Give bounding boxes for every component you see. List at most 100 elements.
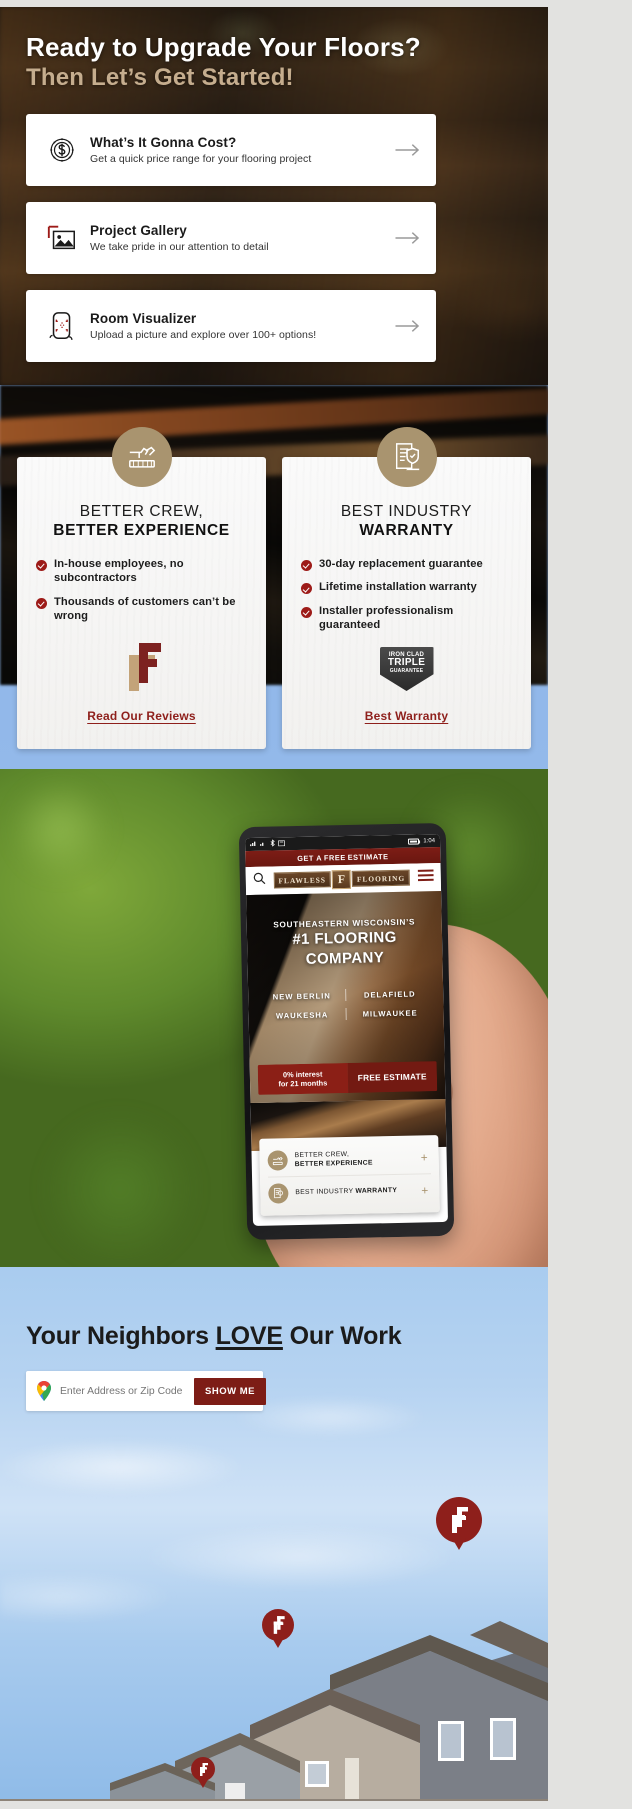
brand-mark-f: F: [331, 869, 352, 889]
photo-gallery-icon: [40, 223, 84, 253]
address-input[interactable]: [52, 1385, 194, 1397]
cta-title: Room Visualizer: [90, 310, 197, 326]
city-waukesha: WAUKESHA: [275, 1009, 329, 1020]
flawless-f-pin[interactable]: [191, 1757, 215, 1781]
hero-cta-section: Ready to Upgrade Your Floors? Then Let’s…: [0, 7, 548, 385]
check-icon: [301, 606, 312, 618]
phone-navbar: FLAWLESS F FLOORING: [245, 862, 442, 896]
bottom-gutter: [0, 1801, 632, 1809]
accordion-label: BETTER CREW, BETTER EXPERIENCE: [294, 1148, 413, 1169]
feature-bullet-text: In-house employees, no subcontractors: [54, 558, 184, 585]
dollar-coin-icon: [40, 135, 84, 165]
phone-mockup-section: 1:04 GET A FREE ESTIMATE FLAWLESS F FLOO…: [0, 769, 548, 1267]
brand-word-right: FLOORING: [351, 869, 411, 887]
best-warranty-link[interactable]: Best Warranty: [282, 709, 531, 723]
hero-heading-line2: Then Let’s Get Started!: [26, 64, 294, 92]
phone-offer-text: 0% interest for 21 months: [257, 1062, 348, 1095]
page-root: Ready to Upgrade Your Floors? Then Let’s…: [0, 0, 632, 1809]
phone-hero-title-line2: COMPANY: [305, 948, 385, 968]
cta-subtitle: We take pride in our attention to detail: [90, 240, 269, 253]
check-icon: [301, 583, 312, 595]
city-milwaukee: MILWAUKEE: [362, 1008, 418, 1019]
arrow-right-icon[interactable]: [386, 231, 420, 245]
phone-city-list: NEW BERLIN DELAFIELD WAUKESHA MILWAUKEE: [258, 987, 434, 1029]
feature-title-line1: BETTER CREW,: [79, 503, 204, 520]
address-search-bar: SHOW ME: [26, 1371, 266, 1411]
bluetooth-icon: [270, 839, 275, 848]
search-icon[interactable]: [253, 872, 266, 890]
feature-title-line2: BETTER EXPERIENCE: [53, 522, 230, 539]
battery-icon: [408, 837, 420, 845]
arrow-right-icon[interactable]: [386, 143, 420, 157]
cta-subtitle: Upload a picture and explore over 100+ o…: [90, 328, 317, 341]
flawless-flooring-logo[interactable]: FLAWLESS F FLOORING: [273, 868, 411, 890]
feature-bullet-text: Lifetime installation warranty: [319, 581, 477, 594]
phone-free-estimate-button[interactable]: FREE ESTIMATE: [347, 1061, 438, 1093]
heading-after: Our Work: [282, 1322, 402, 1350]
phone-hero-eyebrow: SOUTHEASTERN WISCONSIN’S: [273, 917, 416, 930]
signal-icon: [250, 840, 257, 849]
phone-hero: SOUTHEASTERN WISCONSIN’S #1 FLOORING COM…: [246, 890, 446, 1104]
accordion-item-best-warranty[interactable]: BEST INDUSTRY WARRANTY +: [268, 1173, 432, 1210]
feature-bullet: Thousands of customers can’t be wrong: [36, 595, 250, 624]
guarantee-line3: GUARANTEE: [389, 667, 424, 674]
read-our-reviews-link[interactable]: Read Our Reviews: [17, 709, 266, 723]
cta-card-cost[interactable]: What’s It Gonna Cost? Get a quick price …: [26, 113, 436, 186]
wifi-icon: [260, 840, 267, 849]
hamburger-menu-icon[interactable]: [417, 868, 434, 886]
heading-before: Your Neighbors: [26, 1322, 216, 1350]
flawless-f-pin[interactable]: [262, 1609, 294, 1641]
phone-device: 1:04 GET A FREE ESTIMATE FLAWLESS F FLOO…: [238, 822, 455, 1241]
feature-bullet-text: 30-day replacement guarantee: [319, 558, 483, 570]
feature-card-best-warranty: BEST INDUSTRY WARRANTY 30-day replacemen…: [282, 427, 531, 749]
promo-pre: GET A: [297, 852, 323, 863]
feature-title-line2: WARRANTY: [359, 522, 454, 539]
accordion-line2: WARRANTY: [355, 1187, 398, 1196]
feature-bullet: In-house employees, no subcontractors: [36, 557, 250, 586]
phone-offer-bar: 0% interest for 21 months FREE ESTIMATE: [257, 1061, 438, 1095]
iron-clad-triple-guarantee-badge: IRON CLAD TRIPLE GUARANTEE: [282, 647, 531, 691]
cta-card-gallery[interactable]: Project Gallery We take pride in our att…: [26, 201, 436, 274]
certificate-shield-icon: [376, 427, 437, 487]
arrow-right-icon[interactable]: [386, 319, 420, 333]
feature-card-better-crew: BETTER CREW, BETTER EXPERIENCE In-house …: [17, 427, 266, 749]
status-time: 1:04: [423, 837, 436, 844]
accordion-label: BEST INDUSTRY WARRANTY: [295, 1186, 414, 1198]
promo-emphasis: FREE: [323, 852, 346, 862]
heading-underlined: LOVE: [215, 1322, 283, 1350]
offer-line2: for 21 months: [278, 1078, 328, 1089]
flawless-f-pin[interactable]: [436, 1497, 482, 1543]
flawless-f-logo: [17, 639, 266, 691]
accordion-item-better-crew[interactable]: BETTER CREW, BETTER EXPERIENCE +: [267, 1141, 431, 1176]
show-me-button[interactable]: SHOW ME: [194, 1377, 266, 1405]
hero-heading-line1: Ready to Upgrade Your Floors?: [26, 32, 421, 62]
city-delafield: DELAFIELD: [363, 989, 416, 1000]
feature-bullet-text: Installer professionalism guaranteed: [319, 604, 454, 631]
sd-card-icon: [278, 839, 285, 848]
cta-title: Project Gallery: [90, 222, 187, 238]
city-new-berlin: NEW BERLIN: [272, 990, 331, 1002]
hammer-plank-icon: [267, 1150, 288, 1171]
cta-subtitle: Get a quick price range for your floorin…: [90, 152, 312, 165]
check-icon: [301, 560, 312, 571]
phone-hero-title-line1: #1 FLOORING: [292, 928, 397, 949]
check-icon: [36, 597, 47, 609]
brand-word-left: FLAWLESS: [273, 871, 332, 889]
expand-plus-icon[interactable]: +: [421, 1150, 431, 1164]
feature-title-line1: BEST INDUSTRY: [340, 503, 473, 520]
cta-card-visualizer[interactable]: Room Visualizer Upload a picture and exp…: [26, 289, 436, 362]
hero-cta-list: What’s It Gonna Cost? Get a quick price …: [26, 113, 522, 362]
room-scan-phone-icon: [40, 310, 84, 342]
phone-accordion: BETTER CREW, BETTER EXPERIENCE + BEST IN…: [259, 1135, 440, 1216]
hammer-plank-icon: [111, 427, 172, 487]
promo-post: ESTIMATE: [347, 851, 389, 862]
google-maps-pin-icon: [36, 1381, 52, 1401]
feature-bullet-list: 30-day replacement guarantee Lifetime in…: [298, 557, 515, 632]
phone-screen: 1:04 GET A FREE ESTIMATE FLAWLESS F FLOO…: [244, 834, 449, 1226]
feature-bullet-text: Thousands of customers can’t be wrong: [54, 595, 236, 622]
neighbors-section: Your Neighbors LOVE Our Work SHOW ME: [0, 1267, 548, 1803]
accordion-line1: BETTER CREW,: [294, 1150, 350, 1159]
accordion-line1: BEST INDUSTRY: [295, 1188, 356, 1197]
feature-bullet: Installer professionalism guaranteed: [301, 604, 515, 633]
expand-plus-icon[interactable]: +: [421, 1183, 431, 1197]
